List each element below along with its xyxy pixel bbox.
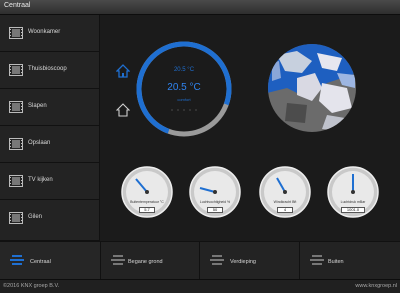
weather-radar-image [268, 44, 356, 132]
bottom-tab-buiten[interactable]: Buiten [300, 241, 400, 279]
sidebar-item-label: TV kijken [28, 177, 53, 183]
main-panel: 20.5 °C 20.5 °C comfort Buitentemperatuu… [101, 15, 400, 241]
film-icon [9, 138, 23, 150]
footer: ©2016 KNX groep B.V. www.knxgroep.nl [0, 279, 400, 293]
floor-icon [10, 255, 24, 265]
bottom-tab-centraal[interactable]: Centraal [0, 241, 101, 279]
film-icon [9, 101, 23, 113]
sidebar-item-label: Slapen [28, 103, 47, 109]
gauge-label: Luchtvochtigheid % [199, 200, 231, 204]
home-outline-icon[interactable] [116, 103, 130, 117]
wind-force-gauge: Windkracht Bft 4 [258, 165, 312, 235]
sidebar-item-tv-kijken[interactable]: TV kijken [0, 163, 100, 200]
gauge-value: 50 [207, 207, 223, 213]
setpoint-temperature: 20.5 °C [173, 67, 195, 73]
film-icon [9, 212, 23, 224]
gauge-label: Luchtdruk mBar [340, 200, 366, 204]
home-icon[interactable] [116, 64, 130, 78]
air-pressure-gauge: Luchtdruk mBar 1001.0 [326, 165, 380, 235]
footer-website-link[interactable]: www.knxgroep.nl [355, 283, 397, 289]
gauge-label: Windkracht Bft [273, 200, 297, 204]
floor-icon [210, 255, 224, 265]
sidebar-item-label: Opslaan [28, 140, 51, 146]
window-title: Centraal [4, 2, 31, 9]
actual-temperature: 20.5 °C [167, 82, 201, 93]
sidebar-item-opslaan[interactable]: Opslaan [0, 126, 100, 163]
film-icon [9, 64, 23, 76]
film-icon [9, 175, 23, 187]
floor-icon [111, 255, 125, 265]
bottom-tab-verdieping[interactable]: Verdieping [200, 241, 300, 279]
bottom-tab-begane-grond[interactable]: Begane grond [101, 241, 200, 279]
floor-icon [310, 255, 324, 265]
bottom-tab-label: Begane grond [128, 259, 163, 265]
sidebar-item-label: Woonkamer [28, 29, 61, 35]
sidebar-item-label: Thuisbioscoop [28, 66, 67, 72]
sidebar-item-slapen[interactable]: Slapen [0, 89, 100, 126]
gauge-value: 4 [277, 207, 293, 213]
sidebar-item-label: Gilen [28, 214, 43, 220]
humidity-gauge: Luchtvochtigheid % 50 [188, 165, 242, 235]
bottom-nav: Centraal Begane grond Verdieping Buiten [0, 241, 400, 279]
outdoor-temperature-gauge: Buitentemperatuur °C 5.7 [120, 165, 174, 235]
climate-mode: comfort [177, 97, 191, 102]
title-bar: Centraal [0, 0, 400, 15]
bottom-tab-label: Buiten [328, 259, 344, 265]
bottom-tab-label: Centraal [30, 259, 51, 265]
sidebar-item-gilen[interactable]: Gilen [0, 200, 100, 241]
sidebar-item-thuisbioscoop[interactable]: Thuisbioscoop [0, 52, 100, 89]
footer-copyright: ©2016 KNX groep B.V. [3, 283, 60, 289]
film-icon [9, 27, 23, 39]
bottom-tab-label: Verdieping [230, 259, 256, 265]
gauge-label: Buitentemperatuur °C [130, 200, 164, 204]
gauge-value: 5.7 [139, 207, 155, 213]
sidebar: Woonkamer Thuisbioscoop Slapen Opslaan T… [0, 15, 100, 241]
gauge-value: 1001.0 [341, 207, 365, 213]
sidebar-item-woonkamer[interactable]: Woonkamer [0, 15, 100, 52]
